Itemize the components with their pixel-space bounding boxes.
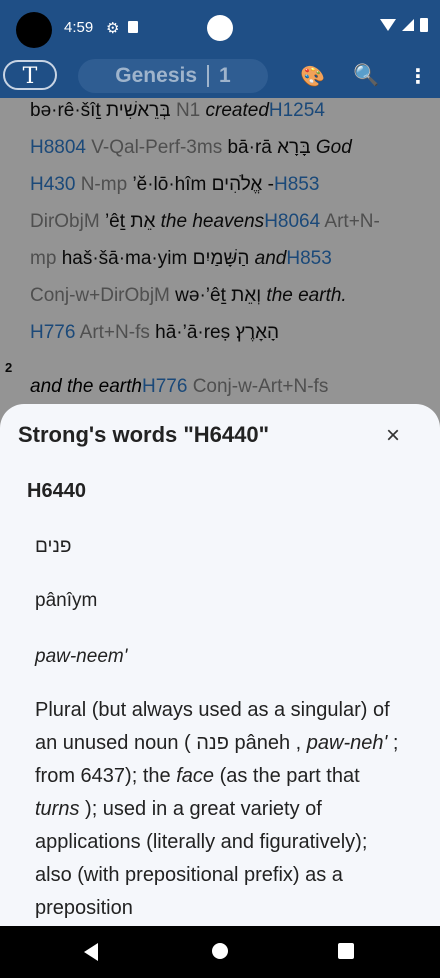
strongs-number: H6440 (27, 480, 86, 502)
status-bar: 4:59 ⚙ (0, 0, 440, 56)
strongs-bottom-sheet: Strong's words "H6440" × H6440 פנים pânî… (0, 404, 440, 926)
notification-dot (207, 15, 233, 41)
pronunciation: paw-neem' (35, 646, 128, 667)
text-options-button[interactable]: T (3, 60, 57, 90)
more-options-icon[interactable]: ⋮ (408, 64, 428, 89)
pill-separator (207, 65, 210, 87)
sheet-title: Strong's words "H6440" (18, 422, 270, 447)
definition-text: Plural (but always used as a singular) o… (35, 694, 405, 925)
system-nav-bar (0, 926, 440, 978)
book-chapter-selector[interactable]: Genesis 1 (78, 59, 268, 93)
definition-part: paw-neh' (306, 732, 388, 754)
close-icon[interactable]: × (386, 422, 400, 450)
definition-part: ); used in a great variety of applicatio… (35, 798, 368, 919)
palette-icon[interactable]: 🎨 (300, 64, 325, 89)
home-icon[interactable] (212, 943, 228, 959)
definition-part: face (176, 765, 214, 787)
signal-icon (402, 19, 414, 31)
chapter-number: 1 (219, 64, 231, 87)
app-toolbar: T Genesis 1 🎨 🔍 ⋮ (0, 56, 440, 98)
hebrew-word: פנים (35, 536, 72, 557)
battery-icon (420, 18, 428, 32)
book-name: Genesis (115, 64, 198, 87)
definition-part: turns (35, 798, 80, 820)
back-icon[interactable] (84, 943, 98, 961)
status-icons (380, 18, 428, 32)
definition-part: pâneh , (234, 732, 302, 754)
wifi-icon (380, 19, 396, 31)
sd-card-icon (128, 21, 138, 33)
settings-gear-icon: ⚙ (106, 20, 120, 37)
transliteration: pânîym (35, 590, 98, 611)
recents-icon[interactable] (338, 943, 354, 959)
status-time: 4:59 (64, 19, 94, 36)
definition-part: (as the part that (219, 765, 360, 787)
search-icon[interactable]: 🔍 (353, 64, 379, 88)
camera-cutout (16, 12, 52, 48)
